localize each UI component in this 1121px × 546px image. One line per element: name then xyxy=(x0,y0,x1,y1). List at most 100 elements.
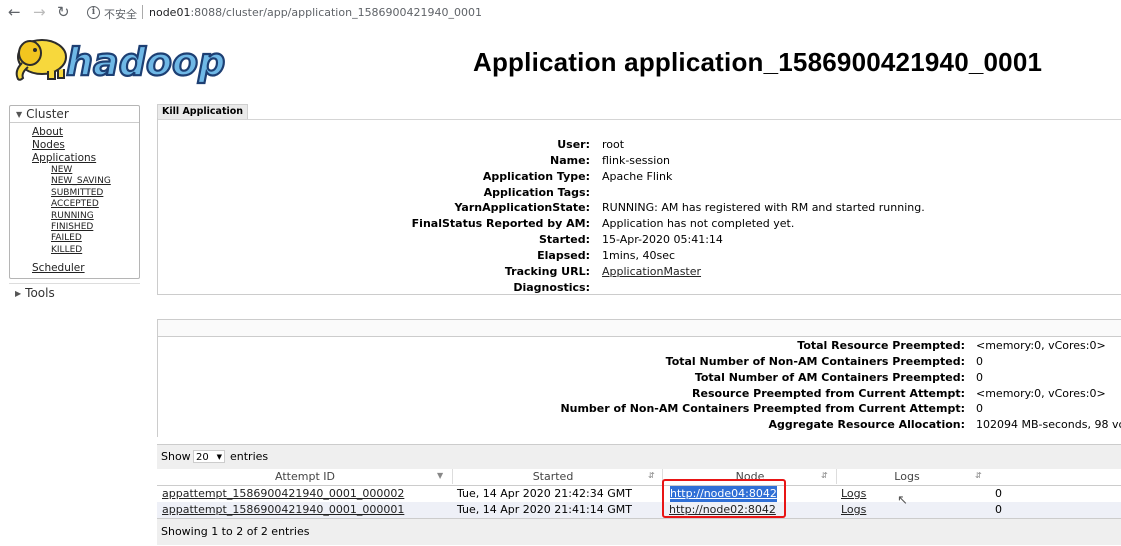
overview-value: Apache Flink xyxy=(602,169,673,183)
state-link-submitted[interactable]: SUBMITTED xyxy=(51,188,139,199)
expand-down-icon: ▼ xyxy=(16,110,23,119)
page-title: Application application_1586900421940_00… xyxy=(473,47,1043,77)
sort-icon[interactable]: ⇵ xyxy=(821,471,828,480)
overview-row: FinalStatus Reported by AM: Application h… xyxy=(157,216,1121,232)
table-row: appattempt_1586900421940_0001_000002 Tue… xyxy=(157,486,1121,502)
resource-value: <memory:0, vCores:0> xyxy=(976,386,1106,400)
resource-label: Number of Non-AM Containers Preempted fr… xyxy=(560,402,965,416)
overview-label: User: xyxy=(557,138,590,151)
tools-menu-header[interactable]: ▶ Tools xyxy=(9,283,140,302)
logs-link[interactable]: Logs xyxy=(841,486,866,502)
forward-arrow-icon[interactable]: → xyxy=(33,3,46,21)
security-label: 不安全 xyxy=(104,8,137,21)
state-link-finished[interactable]: FINISHED xyxy=(51,222,139,233)
sidebar-item-scheduler[interactable]: Scheduler xyxy=(32,262,139,274)
overview-value: 1mins, 40sec xyxy=(602,248,676,262)
sidebar: ▼ Cluster About Nodes Applications NEW NE… xyxy=(9,105,140,302)
resource-value: <memory:0, vCores:0> xyxy=(976,339,1106,352)
attempt-extra: 0 xyxy=(995,503,1002,516)
attempt-started: Tue, 14 Apr 2020 21:41:14 GMT xyxy=(457,503,632,516)
resource-label: Total Number of AM Containers Preempted: xyxy=(694,370,965,384)
resource-row: Aggregate Resource Allocation: 102094 MB-… xyxy=(157,417,1121,433)
overview-label: Application Type: xyxy=(482,169,590,183)
app-state-list: NEW NEW_SAVING SUBMITTED ACCEPTED RUNNIN… xyxy=(32,165,139,256)
table-header: Attempt ID ▼ Started ⇵ Node ⇵ Logs ⇵ xyxy=(157,468,1121,486)
attempt-id-link[interactable]: appattempt_1586900421940_0001_000002 xyxy=(162,486,404,502)
resource-label: Aggregate Resource Allocation: xyxy=(768,418,965,432)
page-size-bar: Show 20 ▼ entries xyxy=(157,444,1121,469)
cluster-menu-header[interactable]: ▼ Cluster xyxy=(10,106,139,123)
overview-value: flink-session xyxy=(602,153,671,167)
resource-value: 0 xyxy=(976,370,983,384)
overview-value: 15-Apr-2020 05:41:14 xyxy=(602,233,723,247)
entries-label: entries xyxy=(230,450,269,463)
cluster-menu: ▼ Cluster About Nodes Applications NEW NE… xyxy=(9,105,140,280)
state-link-new[interactable]: NEW xyxy=(51,165,139,176)
resource-row: Resource Preempted from Current Attempt:… xyxy=(157,386,1121,402)
overview-row: Started: 15-Apr-2020 05:41:14 xyxy=(157,232,1121,248)
overview-label: Application Tags: xyxy=(483,185,590,199)
resource-value: 0 xyxy=(976,402,983,416)
logs-link[interactable]: Logs xyxy=(841,502,866,518)
browser-address-bar: ← → ↻ i 不安全 node01:8088/cluster/app/appl… xyxy=(0,0,1121,26)
resource-label: Resource Preempted from Current Attempt: xyxy=(692,386,965,400)
divider xyxy=(157,294,1121,295)
column-header-started[interactable]: Started xyxy=(453,470,653,483)
state-link-new-saving[interactable]: NEW_SAVING xyxy=(51,176,139,187)
page-size-value: 20 xyxy=(196,452,209,463)
resource-row: Total Resource Preempted: <memory:0, vCor… xyxy=(157,338,1121,354)
logo-wordmark: hadoop xyxy=(66,40,225,84)
overview-label: Tracking URL: xyxy=(504,264,590,278)
overview-value: Application has not completed yet. xyxy=(602,217,795,231)
sort-icon[interactable]: ⇵ xyxy=(975,471,982,480)
back-arrow-icon[interactable]: ← xyxy=(8,3,21,21)
url-text[interactable]: node01:8088/cluster/app/application_1586… xyxy=(149,6,482,19)
overview-row: Application Tags: xyxy=(157,185,1121,201)
overview-table: User: root Name: flink-session Application T… xyxy=(157,137,1121,295)
overview-label: Started: xyxy=(538,233,590,247)
page-size-select[interactable]: 20 ▼ xyxy=(193,450,225,463)
attempt-extra: 0 xyxy=(995,487,1002,500)
resource-value: 102094 MB-seconds, 98 vco xyxy=(976,418,1121,432)
sidebar-item-about[interactable]: About xyxy=(32,126,139,139)
state-link-running[interactable]: RUNNING xyxy=(51,211,139,222)
attempts-table: Show 20 ▼ entries Attempt ID ▼ Started ⇵ … xyxy=(157,444,1121,545)
hadoop-logo[interactable]: hadoop xyxy=(8,33,238,85)
show-label: Show xyxy=(161,450,191,463)
info-icon[interactable]: i xyxy=(87,6,100,19)
sort-icon[interactable]: ⇵ xyxy=(648,471,655,480)
url-separator xyxy=(142,5,143,19)
overview-label: FinalStatus Reported by AM: xyxy=(411,217,590,231)
state-link-failed[interactable]: FAILED xyxy=(51,233,139,244)
table-row: appattempt_1586900421940_0001_000001 Tue… xyxy=(157,502,1121,518)
overview-row: YarnApplicationState: RUNNING: AM has reg… xyxy=(157,200,1121,216)
column-header-logs[interactable]: Logs xyxy=(837,470,977,483)
resource-row: Total Number of AM Containers Preempted:… xyxy=(157,370,1121,386)
overview-row: Name: flink-session xyxy=(157,153,1121,169)
tracking-url-link[interactable]: ApplicationMaster xyxy=(602,264,701,280)
url-path: :8088/cluster/app/application_1586900421… xyxy=(190,6,483,19)
overview-label: Elapsed: xyxy=(537,248,590,262)
column-divider xyxy=(836,469,837,484)
mouse-cursor-icon: ↖ xyxy=(897,493,908,508)
resource-label: Total Number of Non-AM Containers Preemp… xyxy=(665,354,965,368)
overview-row: Tracking URL: ApplicationMaster xyxy=(157,264,1121,280)
sidebar-item-nodes[interactable]: Nodes xyxy=(32,139,139,152)
resource-row: Total Number of Non-AM Containers Preemp… xyxy=(157,354,1121,370)
reload-icon[interactable]: ↻ xyxy=(57,3,70,21)
annotation-highlight-box xyxy=(662,479,786,518)
sort-desc-icon[interactable]: ▼ xyxy=(437,471,443,480)
sidebar-item-applications[interactable]: Applications xyxy=(32,152,139,165)
expand-right-icon: ▶ xyxy=(15,289,22,299)
overview-value: RUNNING: AM has registered with RM and s… xyxy=(602,201,925,215)
column-divider xyxy=(452,469,453,484)
cluster-label: Cluster xyxy=(26,107,69,121)
tools-label: Tools xyxy=(25,286,55,301)
resource-value: 0 xyxy=(976,354,983,368)
attempt-id-link[interactable]: appattempt_1586900421940_0001_000001 xyxy=(162,502,404,518)
table-footer: Showing 1 to 2 of 2 entries xyxy=(157,518,1121,545)
state-link-accepted[interactable]: ACCEPTED xyxy=(51,199,139,210)
state-link-killed[interactable]: KILLED xyxy=(51,245,139,256)
column-header-attempt-id[interactable]: Attempt ID xyxy=(157,470,453,483)
resource-label: Total Resource Preempted: xyxy=(797,339,965,352)
